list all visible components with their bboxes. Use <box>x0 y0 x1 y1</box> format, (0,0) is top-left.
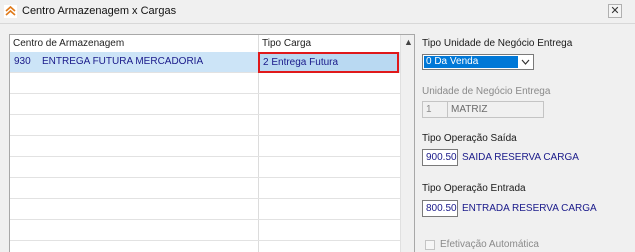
unidade-label: Unidade de Negócio Entrega <box>422 86 551 97</box>
tipo-carga-value: 2 Entrega Futura <box>263 57 339 68</box>
grid-header: Centro de Armazenagem Tipo Carga <box>10 35 400 53</box>
title-bar: Centro Armazenagem x Cargas ✕ <box>0 0 635 24</box>
chevron-down-icon[interactable] <box>519 56 531 68</box>
tipo-carga-cell[interactable]: 2 Entrega Futura <box>258 52 399 73</box>
unidade-name: MATRIZ <box>451 104 488 115</box>
app-grid-icon <box>4 5 17 18</box>
tipo-unidade-label: Tipo Unidade de Negócio Entrega <box>422 38 573 49</box>
column-header-tipo-carga[interactable]: Tipo Carga <box>262 38 311 49</box>
window-title: Centro Armazenagem x Cargas <box>22 5 177 17</box>
table-row[interactable] <box>10 94 400 115</box>
operacao-saida-code-field[interactable]: 900.50 <box>422 149 458 166</box>
operacao-entrada-name: ENTRADA RESERVA CARGA <box>462 203 597 214</box>
unidade-name-box: MATRIZ <box>448 101 544 118</box>
operacao-saida-label: Tipo Operação Saída <box>422 133 517 144</box>
row-code: 930 <box>14 56 31 67</box>
operacao-entrada-label: Tipo Operação Entrada <box>422 183 526 194</box>
table-row[interactable] <box>10 241 400 252</box>
row-name: ENTREGA FUTURA MERCADORIA <box>42 56 204 67</box>
scroll-up-icon[interactable]: ▲ <box>404 38 413 47</box>
tipo-unidade-value: 0 Da Venda <box>424 56 518 68</box>
vertical-scrollbar[interactable]: ▲ <box>400 35 414 252</box>
table-row[interactable] <box>10 199 400 220</box>
close-button[interactable]: ✕ <box>608 4 622 18</box>
close-icon: ✕ <box>610 4 620 17</box>
operacao-entrada-code-field[interactable]: 800.50 <box>422 200 458 217</box>
efetivacao-checkbox[interactable] <box>425 240 435 250</box>
unidade-code-field: 1 <box>422 101 448 118</box>
operacao-saida-name: SAIDA RESERVA CARGA <box>462 152 579 163</box>
column-header-centro[interactable]: Centro de Armazenagem <box>13 38 124 49</box>
table-row[interactable] <box>10 178 400 199</box>
table-row[interactable] <box>10 136 400 157</box>
table-row[interactable] <box>10 73 400 94</box>
storage-cargo-grid[interactable]: Centro de Armazenagem Tipo Carga 930 ENT… <box>9 34 415 252</box>
tipo-unidade-select[interactable]: 0 Da Venda <box>422 54 534 70</box>
table-row[interactable] <box>10 115 400 136</box>
table-row[interactable] <box>10 157 400 178</box>
table-row[interactable] <box>10 220 400 241</box>
efetivacao-label: Efetivação Automática <box>440 239 539 250</box>
